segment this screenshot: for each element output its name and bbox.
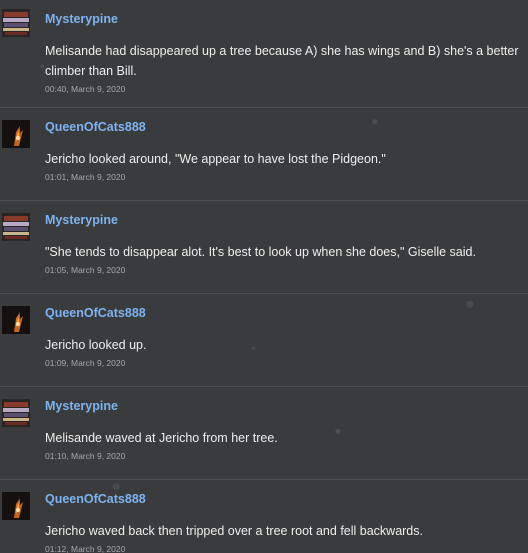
username[interactable]: QueenOfCats888 <box>45 306 146 320</box>
username[interactable]: QueenOfCats888 <box>45 120 146 134</box>
comment-feed: Mysterypine Melisande had disappeared up… <box>0 0 528 553</box>
comment-post: QueenOfCats888 Jericho looked around, "W… <box>0 108 528 201</box>
timestamp: 00:40, March 9, 2020 <box>45 84 126 94</box>
username[interactable]: Mysterypine <box>45 213 118 227</box>
comment-post: Mysterypine "She tends to disappear alot… <box>0 201 528 294</box>
timestamp: 01:12, March 9, 2020 <box>45 544 126 553</box>
comment-message: Melisande had disappeared up a tree beca… <box>45 44 519 78</box>
comment-post: QueenOfCats888 Jericho waved back then t… <box>0 480 528 553</box>
comment-message: "She tends to disappear alot. It's best … <box>45 245 476 259</box>
timestamp: 01:01, March 9, 2020 <box>45 172 126 182</box>
queenofcats-avatar[interactable] <box>2 306 30 334</box>
comment-message: Jericho looked up. <box>45 338 147 352</box>
comment-post: QueenOfCats888 Jericho looked up. 01:09,… <box>0 294 528 387</box>
username[interactable]: Mysterypine <box>45 399 118 413</box>
comment-post: Mysterypine Melisande had disappeared up… <box>0 0 528 108</box>
mysterypine-avatar[interactable] <box>2 213 30 241</box>
timestamp: 01:10, March 9, 2020 <box>45 451 126 461</box>
timestamp: 01:05, March 9, 2020 <box>45 265 126 275</box>
username[interactable]: QueenOfCats888 <box>45 492 146 506</box>
comment-message: Jericho waved back then tripped over a t… <box>45 524 423 538</box>
comment-post: Mysterypine Melisande waved at Jericho f… <box>0 387 528 480</box>
mysterypine-avatar[interactable] <box>2 399 30 427</box>
queenofcats-avatar[interactable] <box>2 120 30 148</box>
queenofcats-avatar[interactable] <box>2 492 30 520</box>
username[interactable]: Mysterypine <box>45 12 118 26</box>
comment-message: Jericho looked around, "We appear to hav… <box>45 152 386 166</box>
timestamp: 01:09, March 9, 2020 <box>45 358 126 368</box>
comment-message: Melisande waved at Jericho from her tree… <box>45 431 278 445</box>
mysterypine-avatar[interactable] <box>2 9 30 37</box>
